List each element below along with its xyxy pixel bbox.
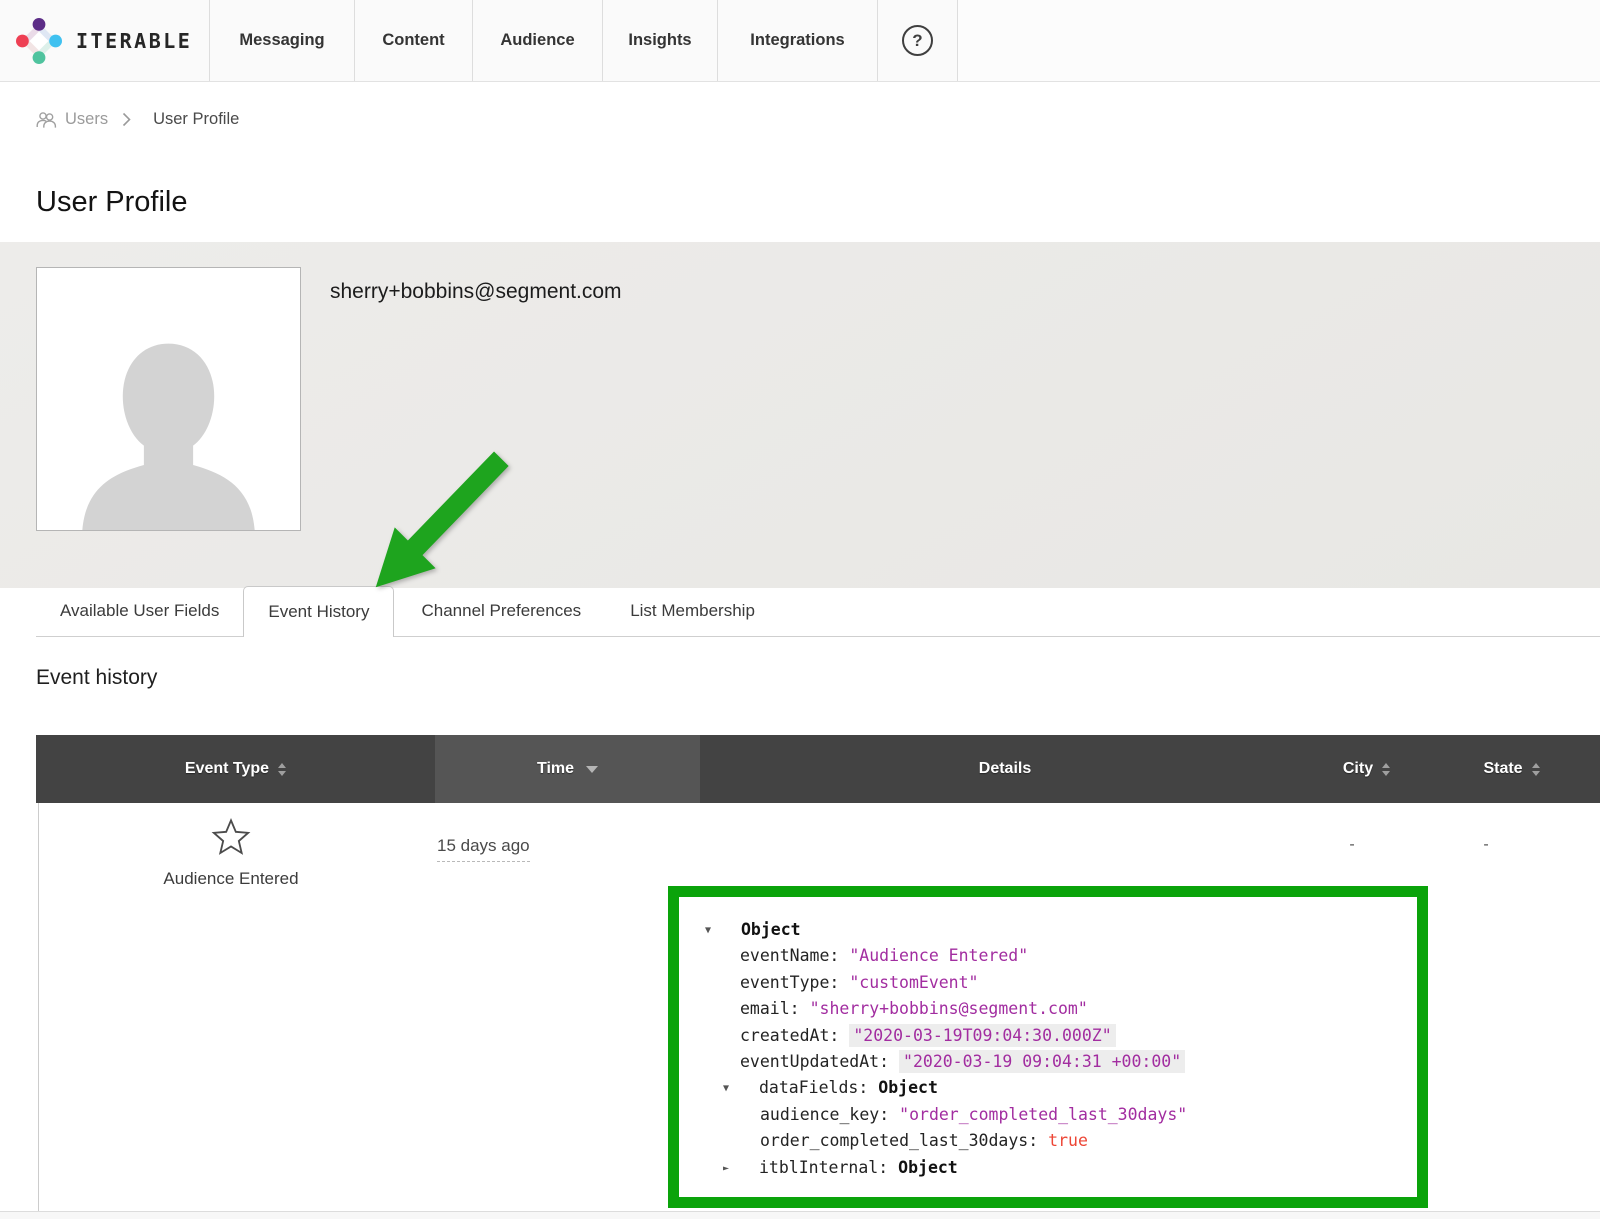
column-header-city[interactable]: City (1310, 735, 1423, 803)
json-object-label: Object (741, 920, 801, 939)
help-icon: ? (902, 25, 933, 56)
json-boolean-value: true (1048, 1131, 1088, 1150)
json-line-datafields: ▼ dataFields: Object (679, 1075, 1417, 1101)
sort-icon (1382, 763, 1390, 776)
nav-item-label: Content (382, 31, 444, 50)
column-label: Event Type (185, 760, 269, 778)
event-details-json-box: ▼ Object eventName: "Audience Entered" eve… (668, 886, 1428, 1208)
users-icon (36, 111, 57, 128)
annotation-arrow-icon (364, 450, 516, 596)
json-line: eventType: "customEvent" (679, 970, 1417, 996)
avatar (36, 267, 301, 531)
breadcrumb: Users User Profile (36, 110, 239, 129)
json-line: eventUpdatedAt: "2020-03-19 09:04:31 +00:… (679, 1049, 1417, 1075)
json-line-itblinternal: ► itblInternal: Object (679, 1155, 1417, 1181)
tab-label: List Membership (630, 601, 755, 621)
nav-item-audience[interactable]: Audience (473, 0, 603, 81)
expander-icon[interactable]: ▼ (723, 1076, 735, 1102)
nav-item-insights[interactable]: Insights (603, 0, 718, 81)
top-nav: ITERABLE Messaging Content Audience Insi… (0, 0, 1600, 82)
chevron-right-icon (122, 112, 131, 127)
breadcrumb-current: User Profile (153, 110, 239, 129)
tab-available-user-fields[interactable]: Available User Fields (36, 586, 243, 636)
help-button[interactable]: ? (878, 0, 958, 81)
column-header-event-type[interactable]: Event Type (36, 735, 435, 803)
nav-item-messaging[interactable]: Messaging (210, 0, 355, 81)
tab-label: Channel Preferences (421, 601, 581, 621)
json-string-value-highlighted: "2020-03-19T09:04:30.000Z" (849, 1024, 1115, 1047)
column-label: State (1483, 760, 1522, 778)
custom-event-star-icon (211, 817, 251, 857)
row-divider-strip (0, 1212, 1600, 1219)
nav-item-label: Audience (500, 31, 574, 50)
json-key: createdAt: (740, 1026, 839, 1045)
profile-header: sherry+bobbins@segment.com (0, 242, 1600, 588)
json-object-value: Object (898, 1158, 958, 1177)
event-state-value: - (1483, 836, 1488, 854)
json-key: email: (740, 999, 800, 1018)
nav-item-label: Integrations (750, 31, 844, 50)
profile-tabs: Available User Fields Event History Chan… (36, 586, 1600, 637)
iterable-logo-icon (16, 18, 62, 64)
nav-item-label: Insights (628, 31, 691, 50)
json-line-root: ▼ Object (679, 917, 1417, 943)
json-string-value-highlighted: "2020-03-19 09:04:31 +00:00" (899, 1050, 1185, 1073)
tab-label: Event History (268, 602, 369, 622)
json-line: createdAt: "2020-03-19T09:04:30.000Z" (679, 1023, 1417, 1049)
column-header-state[interactable]: State (1423, 735, 1600, 803)
column-header-time[interactable]: Time (435, 735, 700, 803)
json-line: eventName: "Audience Entered" (679, 943, 1417, 969)
nav-item-label: Messaging (239, 31, 324, 50)
nav-item-content[interactable]: Content (355, 0, 473, 81)
json-key: eventName: (740, 946, 839, 965)
json-key: itblInternal: (759, 1158, 888, 1177)
expander-icon[interactable]: ▼ (705, 918, 717, 944)
event-row: Audience Entered 15 days ago - - ▼ Object… (0, 803, 1600, 1212)
column-label: Time (537, 760, 574, 778)
json-line: email: "sherry+bobbins@segment.com" (679, 996, 1417, 1022)
event-city-value: - (1349, 836, 1354, 854)
sort-desc-icon (586, 766, 598, 773)
json-line: audience_key: "order_completed_last_30day… (679, 1102, 1417, 1128)
json-string-value: "order_completed_last_30days" (899, 1105, 1187, 1124)
avatar-placeholder-icon (63, 300, 274, 530)
column-header-details: Details (700, 735, 1310, 803)
section-heading: Event history (36, 666, 157, 690)
json-key: order_completed_last_30days: (760, 1131, 1038, 1150)
event-table-header: Event Type Time Details City State (36, 735, 1600, 803)
nav-spacer (958, 0, 1600, 81)
column-label: City (1343, 760, 1373, 778)
breadcrumb-users-link[interactable]: Users (36, 110, 108, 129)
sort-icon (1532, 763, 1540, 776)
page-title: User Profile (36, 186, 188, 219)
tab-list-membership[interactable]: List Membership (608, 586, 777, 636)
nav-item-integrations[interactable]: Integrations (718, 0, 878, 81)
event-type-label: Audience Entered (163, 869, 298, 889)
json-string-value: "customEvent" (849, 973, 978, 992)
column-label: Details (979, 760, 1031, 778)
json-string-value: "sherry+bobbins@segment.com" (810, 999, 1088, 1018)
json-key: eventUpdatedAt: (740, 1052, 889, 1071)
event-time[interactable]: 15 days ago (437, 836, 530, 862)
json-string-value: "Audience Entered" (849, 946, 1028, 965)
brand-home-link[interactable]: ITERABLE (0, 0, 210, 81)
json-key: audience_key: (760, 1105, 889, 1124)
user-email: sherry+bobbins@segment.com (330, 280, 622, 304)
sort-icon (278, 763, 286, 776)
json-object-value: Object (878, 1078, 938, 1097)
help-glyph: ? (912, 31, 922, 51)
brand-wordmark: ITERABLE (76, 29, 192, 53)
user-profile-page: ITERABLE Messaging Content Audience Insi… (0, 0, 1600, 1219)
breadcrumb-root-label: Users (65, 110, 108, 129)
json-key: eventType: (740, 973, 839, 992)
tab-label: Available User Fields (60, 601, 219, 621)
json-key: dataFields: (759, 1078, 868, 1097)
json-line: order_completed_last_30days: true (679, 1128, 1417, 1154)
expander-icon[interactable]: ► (723, 1156, 735, 1182)
